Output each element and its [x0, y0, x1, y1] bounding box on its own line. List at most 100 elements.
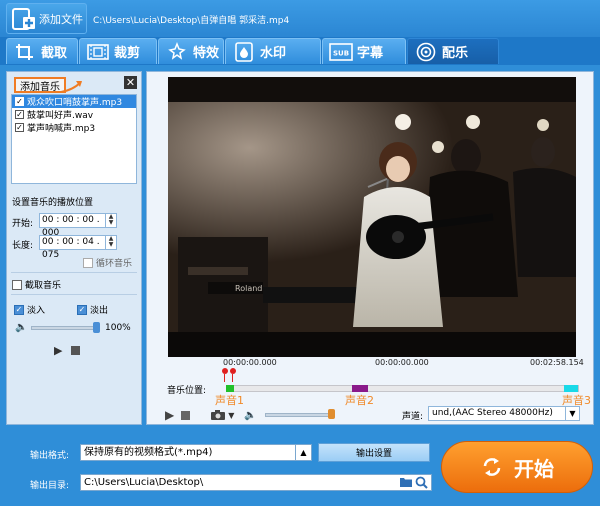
function-tabs: 截取 裁剪 特效 水印 SUB 字幕 配乐 — [0, 37, 600, 65]
tab-crop-label: 裁剪 — [114, 46, 141, 61]
music-volume-slider[interactable] — [31, 326, 95, 330]
output-settings-button[interactable]: 输出设置 — [318, 443, 430, 462]
start-label: 开始: — [12, 219, 34, 229]
fade-out-checkbox[interactable]: ✓ 淡出 — [77, 303, 108, 316]
cut-music-checkbox[interactable]: 截取音乐 — [12, 278, 61, 291]
fade-in-checkbox[interactable]: ✓ 淡入 — [14, 303, 45, 316]
top-bar: 添加文件 C:\Users\Lucia\Desktop\自弹自唱 郭采洁.mp4 — [0, 0, 600, 37]
list-item[interactable]: ✓ 鼓掌叫好声.wav — [12, 108, 136, 121]
checkbox-icon: ✓ — [77, 304, 87, 315]
crop-icon — [13, 42, 37, 62]
sound-segment-1[interactable] — [226, 385, 234, 392]
music-position-label: 音乐位置: — [167, 386, 207, 396]
search-icon[interactable] — [415, 476, 428, 494]
tab-watermark[interactable]: 水印 — [225, 38, 321, 64]
add-file-icon — [10, 6, 36, 32]
stop-icon[interactable] — [71, 346, 80, 355]
volume-thumb[interactable] — [93, 322, 100, 333]
length-time-input[interactable]: 00 : 00 : 04 . 075 ▲ ▼ — [39, 235, 117, 260]
close-icon[interactable]: ✕ — [124, 76, 137, 89]
time-start: 00:00:00.000 — [223, 358, 277, 367]
time-end: 00:02:58.154 — [530, 358, 584, 367]
folder-icon[interactable] — [399, 476, 413, 493]
chevron-up-icon[interactable]: ▲ — [295, 445, 311, 460]
tab-music[interactable]: 配乐 — [407, 38, 499, 64]
time-current: 00:00:00.000 — [375, 358, 429, 367]
list-item[interactable]: ✓ 掌声呐喊声.mp3 — [12, 121, 136, 134]
start-time-input[interactable]: 00 : 00 : 00 . 000 ▲ ▼ — [39, 213, 117, 238]
tab-watermark-label: 水印 — [260, 46, 287, 61]
stop-icon[interactable] — [181, 410, 191, 420]
output-dir-value: C:\Users\Lucia\Desktop\ — [84, 477, 204, 488]
svg-text:SUB: SUB — [333, 49, 349, 57]
music-file-list: ✓ 观众吹口哨鼓掌声.mp3 ✓ 鼓掌叫好声.wav ✓ 掌声呐喊声.mp3 — [11, 94, 137, 184]
video-volume-slider[interactable] — [265, 413, 331, 417]
fade-in-label: 淡入 — [27, 306, 46, 316]
play-icon[interactable]: ▶ — [54, 344, 62, 357]
speaker-icon: 🔈 — [15, 322, 28, 333]
convert-icon — [480, 455, 504, 479]
spinner-arrows-icon[interactable]: ▲ ▼ — [105, 236, 116, 249]
fade-out-label: 淡出 — [90, 306, 109, 316]
music-timeline[interactable] — [226, 385, 579, 392]
channel-select[interactable]: und,(AAC Stereo 48000Hz) ▼ — [428, 406, 580, 421]
output-dir-label: 输出目录: — [30, 481, 70, 491]
video-frame[interactable]: Roland — [168, 77, 576, 357]
music-icon — [414, 42, 438, 62]
marker-pin-icon[interactable] — [230, 368, 236, 374]
tab-subtitle[interactable]: SUB 字幕 — [322, 38, 406, 64]
output-format-select[interactable]: 保持原有的视频格式(*.mp4) ▲ — [80, 444, 312, 461]
checkbox-icon — [83, 257, 93, 268]
length-label: 长度: — [12, 241, 34, 251]
volume-thumb[interactable] — [328, 409, 335, 419]
output-format-value: 保持原有的视频格式(*.mp4) — [84, 447, 213, 458]
pointer-arrow-icon — [60, 81, 82, 93]
player-controls: ▶ ▼ 🔈 — [165, 408, 257, 422]
output-format-label: 输出格式: — [30, 451, 70, 461]
effects-icon — [165, 41, 189, 62]
tab-crop[interactable]: 裁剪 — [79, 38, 157, 64]
tab-trim[interactable]: 截取 — [6, 38, 78, 64]
list-item[interactable]: ✓ 观众吹口哨鼓掌声.mp3 — [12, 95, 136, 108]
divider — [11, 294, 137, 295]
chevron-down-icon[interactable]: ▼ — [565, 407, 579, 420]
sound-marker-2: 声音2 — [345, 394, 374, 407]
tab-subtitle-label: 字幕 — [357, 46, 384, 61]
concert-scene-image: Roland — [168, 77, 576, 357]
music-file-name: 观众吹口哨鼓掌声.mp3 — [27, 98, 123, 108]
add-file-button[interactable]: 添加文件 — [6, 3, 87, 34]
loop-music-label: 循环音乐 — [96, 259, 133, 269]
start-label: 开始 — [514, 456, 554, 481]
speaker-icon: 🔈 — [244, 409, 257, 421]
chevron-down-icon[interactable]: ▼ — [228, 411, 234, 420]
camera-icon[interactable] — [210, 409, 226, 421]
marker-pin-line — [224, 374, 225, 382]
add-file-label: 添加文件 — [39, 12, 83, 26]
music-file-name: 鼓掌叫好声.wav — [27, 111, 94, 121]
volume-value: 100% — [105, 323, 131, 333]
tab-effects[interactable]: 特效 — [158, 38, 224, 64]
music-file-name: 掌声呐喊声.mp3 — [27, 124, 96, 134]
music-panel: 添加音乐 ✕ ✓ 观众吹口哨鼓掌声.mp3 ✓ 鼓掌叫好声.wav ✓ 掌声呐喊… — [6, 71, 142, 425]
spinner-arrows-icon[interactable]: ▲ ▼ — [105, 214, 116, 227]
checkbox-icon[interactable]: ✓ — [15, 110, 24, 119]
channel-label: 声道: — [402, 412, 424, 422]
marker-pin-icon[interactable] — [222, 368, 228, 374]
checkbox-icon — [12, 279, 22, 290]
start-button[interactable]: 开始 — [441, 441, 593, 493]
loop-music-checkbox[interactable]: 循环音乐 — [83, 256, 132, 269]
sound-segment-3[interactable] — [564, 385, 578, 392]
output-dir-input[interactable]: C:\Users\Lucia\Desktop\ — [80, 474, 432, 491]
channel-value: und,(AAC Stereo 48000Hz) — [432, 408, 553, 418]
watermark-icon — [232, 41, 256, 62]
tab-trim-label: 截取 — [41, 46, 68, 61]
position-title: 设置音乐的播放位置 — [12, 198, 94, 208]
checkbox-icon[interactable]: ✓ — [15, 123, 24, 132]
cut-music-label: 截取音乐 — [25, 281, 62, 291]
svg-text:Roland: Roland — [235, 284, 262, 293]
sound-marker-1: 声音1 — [215, 394, 244, 407]
tab-effects-label: 特效 — [193, 46, 220, 61]
play-icon[interactable]: ▶ — [165, 408, 174, 422]
sound-segment-2[interactable] — [352, 385, 368, 392]
checkbox-icon[interactable]: ✓ — [15, 97, 24, 106]
